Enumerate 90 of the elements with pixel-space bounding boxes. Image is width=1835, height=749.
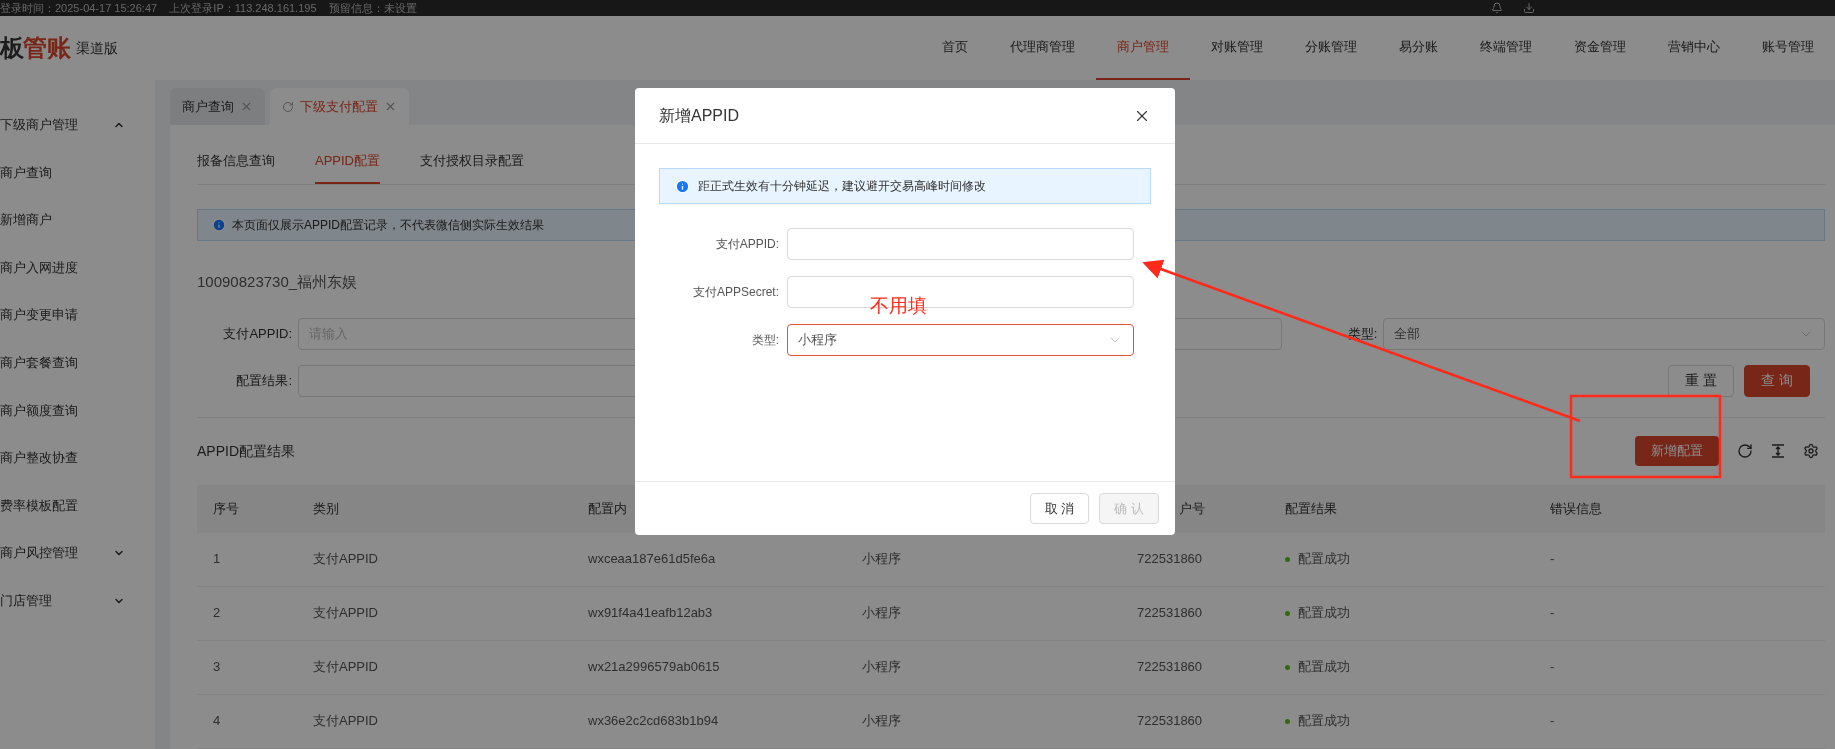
status-text: 配置成功 [1298, 550, 1350, 569]
table-cell-text: wx36e2c2cd683b1b94 [588, 712, 720, 731]
table-cell-text: 1 [213, 550, 222, 569]
refresh-icon[interactable] [282, 100, 294, 113]
sidebar-item[interactable]: 商户查询 [0, 148, 155, 197]
alert-text: 距正式生效有十分钟延迟，建议避开交易高峰时间修改 [698, 178, 986, 195]
table-cell-text: 722531860 [1137, 658, 1204, 677]
table-cell-text: 722531860 [1137, 550, 1204, 569]
info-icon [212, 218, 226, 232]
modal-title: 新增APPID [659, 105, 739, 126]
table-cell-text: - [1550, 712, 1556, 731]
refresh-icon[interactable] [1737, 443, 1753, 459]
info-icon [675, 178, 690, 194]
select-field[interactable]: 小程序 [787, 324, 1134, 356]
dialog-button[interactable]: 取 消 [1029, 493, 1090, 524]
bell-icon[interactable] [1491, 2, 1503, 14]
nav-item[interactable]: 易分账 [1378, 16, 1459, 80]
table-cell-text: 支付APPID [313, 550, 379, 569]
table-cell-text: - [1550, 658, 1556, 677]
filter-button[interactable]: 查 询 [1744, 364, 1810, 397]
status-text: 配置成功 [1298, 658, 1350, 677]
column-header: 配置内 [588, 499, 627, 518]
nav-item[interactable]: 首页 [921, 16, 989, 80]
table-cell-text: 支付APPID [313, 604, 379, 623]
nav-item[interactable]: 资金管理 [1553, 16, 1647, 80]
page-tab[interactable]: 下级支付配置 [270, 88, 409, 125]
settings-icon[interactable] [1803, 443, 1819, 459]
nav-item[interactable]: 账号管理 [1741, 16, 1835, 80]
sub-tab[interactable]: 报备信息查询 [197, 151, 275, 184]
table-cell-text: wxceaa187e61d5fe6a [588, 550, 717, 569]
download-icon[interactable] [1523, 2, 1535, 14]
column-header: 类别 [313, 499, 339, 518]
sidebar-item[interactable]: 商户入网进度 [0, 243, 155, 292]
table-cell-text: 2 [213, 604, 222, 623]
table-cell-text: 小程序 [862, 712, 902, 731]
nav-item[interactable]: 商户管理 [1096, 16, 1190, 80]
section-title: APPID配置结果 [197, 441, 295, 461]
status-text: 配置成功 [1298, 712, 1350, 731]
edition-label: 渠道版 [76, 38, 119, 58]
table-cell-text: 小程序 [862, 658, 902, 677]
page-tab[interactable]: 商户查询 [170, 88, 265, 125]
sidebar-group[interactable]: 下级商户管理 [0, 101, 155, 149]
table-cell-text: 722531860 [1137, 712, 1204, 731]
sub-tab[interactable]: 支付授权目录配置 [420, 151, 524, 184]
annotation-text: 不用填 [870, 294, 927, 318]
sidebar-group[interactable]: 商户风控管理 [0, 529, 155, 577]
column-header: 错误信息 [1550, 499, 1602, 518]
sidebar-item[interactable]: 商户套餐查询 [0, 338, 155, 387]
input-field[interactable] [787, 228, 1134, 260]
table-cell-text: 3 [213, 658, 222, 677]
alert-text: 本页面仅展示APPID配置记录，不代表微信侧实际生效结果 [232, 217, 544, 234]
column-header: 配置结果 [1285, 499, 1337, 518]
table-cell-text: 4 [213, 712, 222, 731]
table-cell-text: 支付APPID [313, 658, 379, 677]
table-cell-text: 722531860 [1137, 604, 1204, 623]
nav-item[interactable]: 营销中心 [1647, 16, 1741, 80]
table-cell-text: wx91f4a41eafb12ab3 [588, 604, 714, 623]
status-text: 配置成功 [1298, 604, 1350, 623]
sidebar-item[interactable]: 费率模板配置 [0, 481, 155, 530]
table-cell-text: 小程序 [862, 604, 902, 623]
table-cell-text: - [1550, 550, 1556, 569]
sidebar-item[interactable]: 商户变更申请 [0, 291, 155, 339]
sidebar-group[interactable]: 门店管理 [0, 576, 155, 625]
field-label: 支付APPID: [222, 324, 293, 343]
sidebar-item[interactable]: 新增商户 [0, 196, 155, 244]
sidebar-item[interactable]: 商户整改协查 [0, 434, 155, 482]
filter-button[interactable]: 重 置 [1668, 364, 1735, 397]
sub-tab[interactable]: APPID配置 [315, 151, 380, 184]
field-label: 支付APPSecret: [691, 284, 780, 301]
nav-item[interactable]: 对账管理 [1190, 16, 1284, 80]
column-header: 序号 [213, 499, 239, 518]
nav-item[interactable]: 分账管理 [1284, 16, 1378, 80]
field-label: 支付APPID: [714, 236, 780, 253]
table-cell-text: 支付APPID [313, 712, 379, 731]
column-header: 户号 [1179, 499, 1205, 518]
table-cell-text: wx21a2996579ab0615 [588, 658, 721, 677]
add-config-button[interactable]: 新增配置 [1635, 436, 1719, 466]
field-label: 类型: [1346, 324, 1379, 343]
nav-item[interactable]: 代理商管理 [989, 16, 1096, 80]
table-cell-text: 小程序 [862, 550, 902, 569]
logo: 板管账 [0, 33, 71, 63]
column-height-icon[interactable] [1771, 444, 1785, 458]
field-label: 配置结果: [235, 371, 293, 390]
table-cell-text: - [1550, 604, 1556, 623]
select-field[interactable]: 全部 [1383, 317, 1825, 350]
login-info: 登录时间：2025-04-17 15:26:47 上次登录IP：113.248.161.195 预留信息：未设置 [0, 2, 417, 14]
field-label: 类型: [750, 332, 780, 349]
sidebar-item[interactable]: 商户额度查询 [0, 386, 155, 435]
nav-item[interactable]: 终端管理 [1459, 16, 1553, 80]
merchant-title: 10090823730_福州东娱 [197, 272, 358, 292]
